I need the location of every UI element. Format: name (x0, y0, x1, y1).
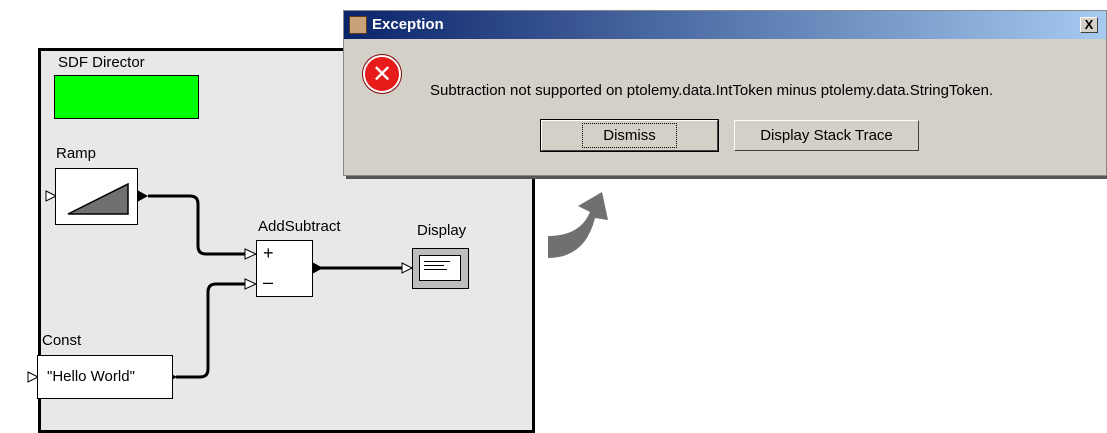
addsubtract-actor[interactable]: + – (256, 240, 313, 297)
ramp-icon (67, 182, 129, 215)
display-label: Display (417, 222, 467, 239)
plus-input-port (244, 248, 258, 260)
ramp-output-port (137, 190, 148, 202)
director-label: SDF Director (58, 54, 145, 71)
exception-dialog: Exception X ✕ Subtraction not supported … (343, 10, 1107, 176)
ptolemy-app-icon (349, 16, 367, 34)
display-stack-trace-button[interactable]: Display Stack Trace (734, 120, 919, 151)
dismiss-button-label: Dismiss (582, 123, 677, 148)
addsubtract-label: AddSubtract (258, 218, 341, 235)
minus-input-port (244, 278, 258, 290)
error-icon: ✕ (363, 55, 401, 93)
stack-trace-button-label: Display Stack Trace (760, 127, 893, 144)
display-input-port (401, 262, 414, 274)
ramp-actor[interactable] (55, 168, 138, 225)
dialog-title: Exception (372, 16, 444, 33)
close-button[interactable]: X (1080, 17, 1098, 33)
const-value: "Hello World" (47, 368, 135, 385)
display-screen-icon (419, 255, 461, 281)
minus-sign: – (263, 272, 274, 292)
dismiss-button[interactable]: Dismiss (540, 119, 719, 152)
error-message: Subtraction not supported on ptolemy.dat… (430, 82, 994, 99)
ramp-label: Ramp (56, 145, 97, 162)
const-label: Const (42, 332, 82, 349)
sdf-director-box[interactable] (54, 75, 199, 119)
addsubtract-output-port (312, 262, 323, 274)
display-actor[interactable] (412, 248, 469, 289)
dialog-titlebar[interactable]: Exception X (344, 11, 1106, 39)
wire-const-to-minus (176, 282, 248, 379)
const-actor[interactable]: "Hello World" (37, 355, 173, 399)
curved-arrow-icon (548, 192, 608, 258)
plus-sign: + (263, 243, 274, 263)
wire-ramp-to-plus (148, 194, 248, 256)
